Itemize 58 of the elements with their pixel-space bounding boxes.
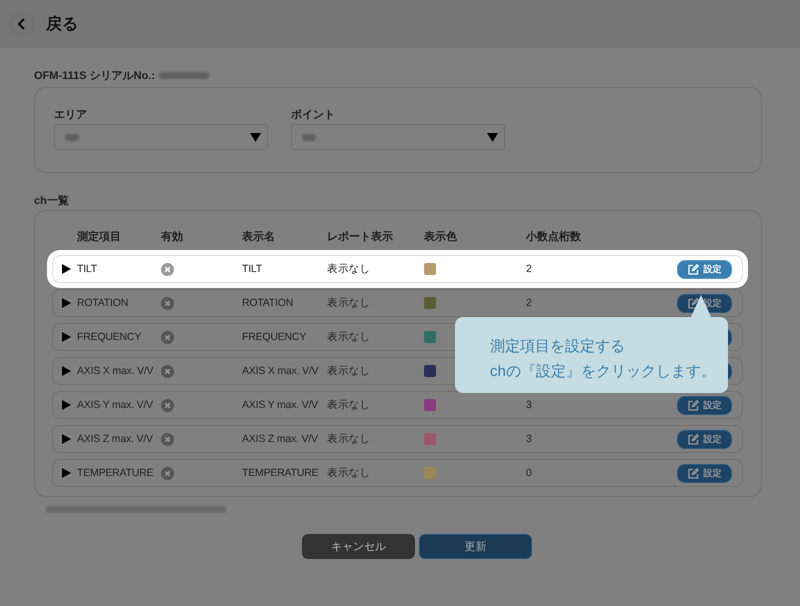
channel-row[interactable]: TEMPERATURE TEMPERATURE 表示なし 0 設定 <box>52 459 743 487</box>
column-header: 表示色 <box>424 230 458 244</box>
table-cell-text: AXIS X max. V/V <box>77 365 154 377</box>
field-label: ポイント <box>291 108 336 122</box>
cancel-button[interactable]: キャンセル <box>302 534 415 559</box>
column-header: 有効 <box>161 230 184 244</box>
table-cell: 3 <box>526 399 532 411</box>
update-button[interactable]: 更新 <box>419 534 532 559</box>
settings-button[interactable]: 設定 <box>677 260 732 278</box>
edit-icon <box>688 434 698 444</box>
table-cell: 0 <box>526 467 532 479</box>
select-field[interactable] <box>54 124 268 150</box>
edit-icon <box>688 468 698 478</box>
table-cell-text: 表示なし <box>327 262 372 276</box>
table-cell-text: TEMPERATURE <box>242 467 320 479</box>
table-cell-text: AXIS X max. V/V <box>242 365 320 377</box>
field-label: エリア <box>54 108 88 122</box>
table-cell-text: 表示なし <box>327 398 372 412</box>
column-header: レポート表示 <box>327 230 394 244</box>
settings-button[interactable]: 設定 <box>677 430 732 448</box>
edit-icon <box>688 298 698 308</box>
edit-icon <box>688 264 698 274</box>
table-cell-text: 表示なし <box>327 330 372 344</box>
tooltip: 測定項目を設定する chの『設定』をクリックします。 <box>455 317 728 393</box>
settings-button[interactable]: 設定 <box>677 464 732 482</box>
table-cell: 2 <box>526 263 532 275</box>
dropdown-icon <box>250 132 261 142</box>
channel-row[interactable]: AXIS Z max. V/V AXIS Z max. V/V 表示なし 3 設定 <box>52 425 743 453</box>
device-label: OFM-111S シリアルNo.: <box>34 68 156 82</box>
table-cell-text: TEMPERATURE <box>77 467 154 479</box>
column-header: 測定項目 <box>77 230 122 244</box>
table-cell-text: AXIS Y max. V/V <box>242 399 319 411</box>
column-header: 表示名 <box>242 230 276 244</box>
table-cell-text: 表示なし <box>327 432 372 446</box>
table-cell-text: 表示なし <box>327 296 372 310</box>
table-cell-text: ROTATION <box>242 297 294 309</box>
settings-button[interactable]: 設定 <box>677 396 732 414</box>
table-cell: 3 <box>526 433 532 445</box>
table-cell-text: AXIS Y max. V/V <box>77 399 154 411</box>
table-cell-text: TILT <box>77 263 98 275</box>
edit-icon <box>688 400 698 410</box>
table-cell-text: ROTATION <box>77 297 130 309</box>
expand-icon[interactable] <box>62 264 71 274</box>
tooltip-pointer <box>690 295 712 319</box>
redacted-value <box>159 72 210 78</box>
select-field[interactable] <box>291 124 505 150</box>
section-title: ch一覧 <box>34 194 70 207</box>
back-link[interactable]: 戻る <box>46 14 78 34</box>
dropdown-icon <box>487 132 498 142</box>
table-cell-text: 表示なし <box>327 364 372 378</box>
table-cell-text: TILT <box>242 263 264 275</box>
table-cell: 2 <box>526 297 532 309</box>
table-cell-text: FREQUENCY <box>242 331 308 343</box>
table-cell-text: 表示なし <box>327 466 372 480</box>
table-cell-text: AXIS Z max. V/V <box>77 433 154 445</box>
column-header: 小数点桁数 <box>526 230 581 244</box>
table-cell-text: FREQUENCY <box>77 331 142 343</box>
table-cell-text: AXIS Z max. V/V <box>242 433 319 445</box>
